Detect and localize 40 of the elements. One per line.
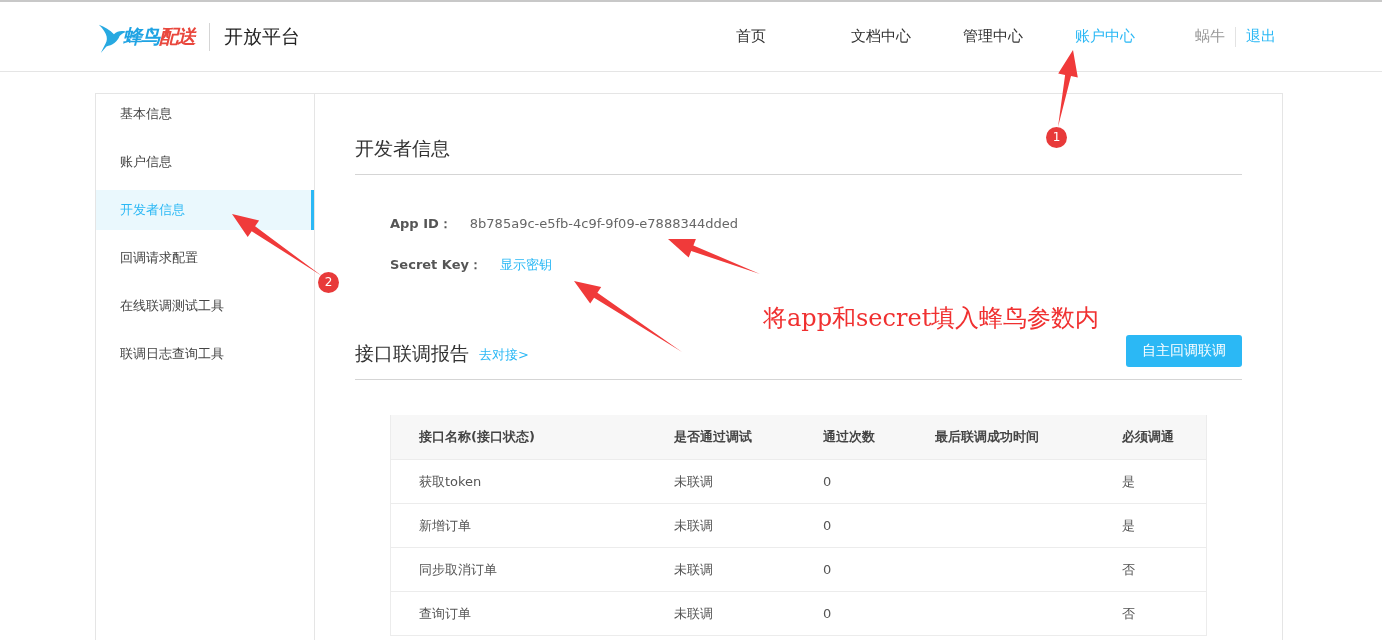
nav-link[interactable]: 管理中心 [963,27,1023,46]
field-label: Secret Key： [390,255,482,274]
table-cell-text: 0 [823,474,833,489]
platform-title: 开放平台 [224,23,300,49]
table-cell-text: 否 [1122,604,1136,623]
table-cell-text: 未联调 [674,472,714,491]
nav-link[interactable]: 首页 [736,27,766,46]
table-cell-text: 0 [823,562,833,577]
column-header: 最后联调成功时间 [935,428,1040,446]
table-cell-text: 同步取消订单 [418,560,498,579]
sidebar-item[interactable]: 基本信息 [96,94,314,134]
logo-text: 蜂鸟配送 [123,23,195,49]
table-cell-text: 获取token [418,472,483,491]
column-header: 必须调通 [1122,428,1175,446]
table-cell-text: 未联调 [674,560,714,579]
nav-link[interactable]: 文档中心 [851,27,911,46]
table-cell-text: 未联调 [674,516,714,535]
table-cell-text: 是 [1122,472,1136,491]
column-header: 通过次数 [823,428,876,446]
sidebar-item[interactable]: 联调日志查询工具 [96,334,314,374]
section-title: 接口联调报告 [355,341,469,366]
sidebar-item[interactable]: 在线联调测试工具 [96,286,314,326]
sidebar-item[interactable]: 账户信息 [96,142,314,182]
table-cell-text: 否 [1122,560,1136,579]
table-cell-text: 0 [823,518,833,533]
table-cell-text: 0 [823,606,833,621]
user-name: 蜗牛 [1195,27,1225,46]
sidebar-item[interactable]: 回调请求配置 [96,238,314,278]
column-header: 接口名称(接口状态) [418,428,536,446]
field-value: 8b785a9c-e5fb-4c9f-9f09-e7888344dded [469,216,738,231]
field-label: App ID： [390,214,452,233]
step-badge: 2 [318,272,339,293]
step-badge: 1 [1046,127,1067,148]
table-cell-text: 新增订单 [418,516,472,535]
column-header: 是否通过调试 [674,428,753,446]
section-title: 开发者信息 [355,137,450,159]
table-cell-text: 查询订单 [418,604,472,623]
table-cell-text: 未联调 [674,604,714,623]
table-cell-text: 是 [1122,516,1136,535]
annotation-note: 将app和secret填入蜂鸟参数内 [763,303,1100,334]
